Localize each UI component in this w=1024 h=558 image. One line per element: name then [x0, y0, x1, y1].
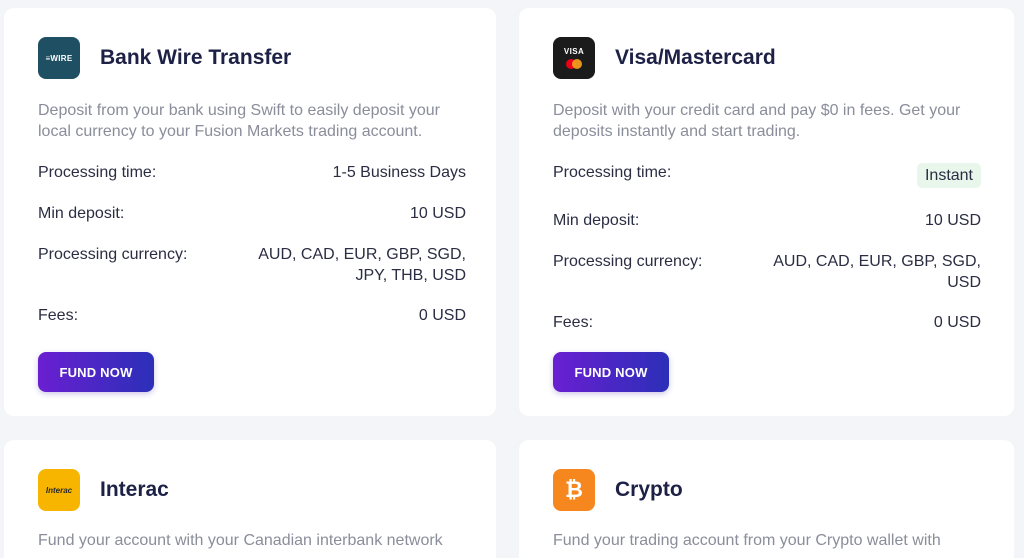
fees-row: Fees: 0 USD — [38, 305, 466, 326]
fund-now-button[interactable]: FUND NOW — [553, 352, 669, 392]
processing-time-row: Processing time: 1-5 Business Days — [38, 162, 466, 183]
card-header: Interac Interac — [38, 469, 169, 511]
processing-currency-label: Processing currency: — [38, 246, 188, 263]
card-description: Fund your account with your Canadian int… — [38, 532, 443, 549]
card-title: Visa/Mastercard — [615, 46, 776, 69]
fees-row: Fees: 0 USD — [553, 312, 981, 333]
mastercard-circles-icon — [566, 59, 582, 69]
card-title: Bank Wire Transfer — [100, 46, 292, 69]
min-deposit-row: Min deposit: 10 USD — [38, 203, 466, 224]
fees-value: 0 USD — [418, 307, 466, 324]
min-deposit-label: Min deposit: — [553, 212, 640, 229]
min-deposit-row: Min deposit: 10 USD — [553, 210, 981, 231]
processing-currency-row: Processing currency: AUD, CAD, EUR, GBP,… — [38, 244, 466, 286]
fund-now-button[interactable]: FUND NOW — [38, 352, 154, 392]
fees-value: 0 USD — [933, 314, 981, 331]
visa-mastercard-logo-icon: VISA — [553, 37, 595, 79]
card-description: Fund your trading account from your Cryp… — [553, 532, 941, 549]
min-deposit-label: Min deposit: — [38, 205, 125, 222]
bitcoin-logo-icon: ₿ — [553, 469, 595, 511]
processing-currency-value: AUD, CAD, EUR, GBP, SGD, JPY, THB, USD — [258, 246, 466, 284]
min-deposit-value: 10 USD — [924, 212, 981, 229]
interac-logo-text: Interac — [45, 485, 73, 495]
wire-logo-text: ≡WIRE — [45, 53, 73, 63]
min-deposit-value: 10 USD — [409, 205, 466, 222]
visa-mastercard-card: VISA Visa/Mastercard Deposit with your c… — [519, 8, 1014, 416]
processing-time-label: Processing time: — [38, 164, 157, 181]
processing-time-row: Processing time: Instant — [553, 162, 981, 188]
fees-label: Fees: — [553, 314, 594, 331]
processing-currency-label: Processing currency: — [553, 253, 703, 270]
instant-badge: Instant — [916, 163, 981, 188]
processing-time-label: Processing time: — [553, 164, 672, 181]
visa-logo-text: VISA — [563, 47, 585, 56]
bank-wire-card: ≡WIRE Bank Wire Transfer Deposit from yo… — [4, 8, 496, 416]
card-description: Deposit from your bank using Swift to ea… — [38, 102, 440, 140]
card-title: Crypto — [615, 478, 683, 501]
wire-logo-icon: ≡WIRE — [38, 37, 80, 79]
interac-card: Interac Interac Fund your account with y… — [4, 440, 496, 558]
card-title: Interac — [100, 478, 169, 501]
interac-logo-icon: Interac — [38, 469, 80, 511]
card-header: ≡WIRE Bank Wire Transfer — [38, 37, 291, 79]
fees-label: Fees: — [38, 307, 79, 324]
processing-time-value: 1-5 Business Days — [332, 164, 466, 181]
processing-currency-value: AUD, CAD, EUR, GBP, SGD, USD — [773, 253, 981, 291]
card-header: ₿ Crypto — [553, 469, 683, 511]
crypto-card: ₿ Crypto Fund your trading account from … — [519, 440, 1014, 558]
card-description: Deposit with your credit card and pay $0… — [553, 102, 961, 140]
card-header: VISA Visa/Mastercard — [553, 37, 776, 79]
bitcoin-symbol: ₿ — [565, 477, 583, 502]
processing-currency-row: Processing currency: AUD, CAD, EUR, GBP,… — [553, 251, 981, 293]
